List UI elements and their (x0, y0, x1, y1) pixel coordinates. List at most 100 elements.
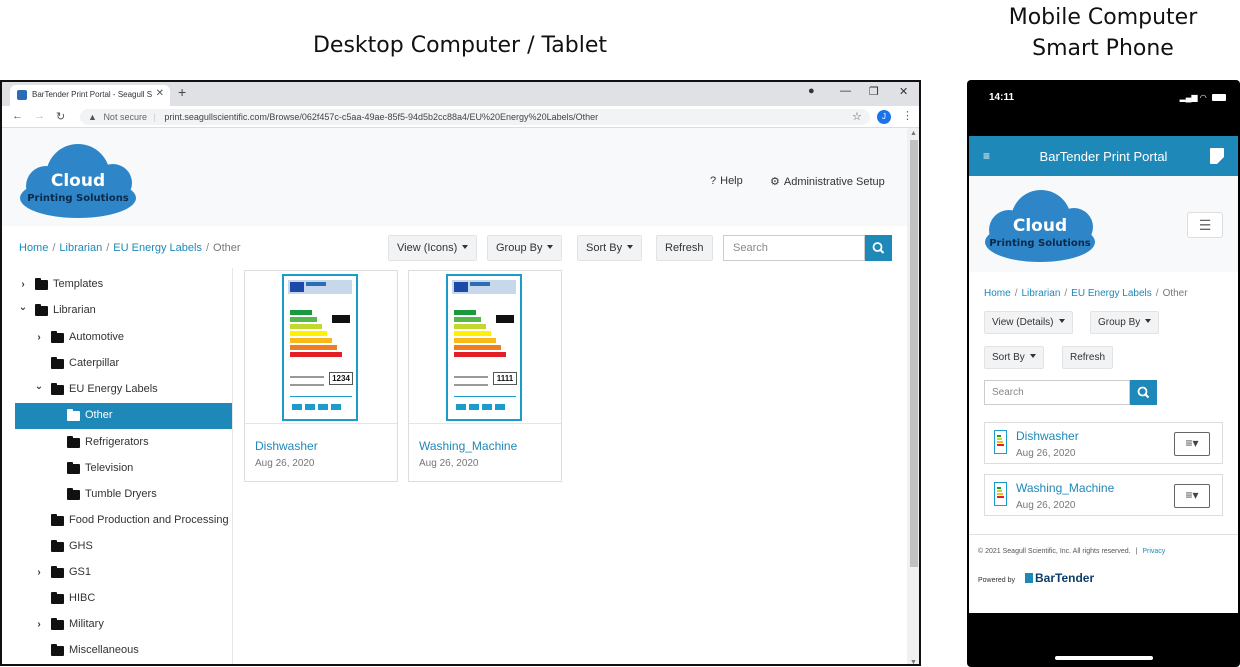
caret-down-icon (1029, 354, 1036, 358)
navbar-toggle-button[interactable]: ☰ (1187, 212, 1223, 238)
tree-item-librarian[interactable]: ⌄ Librarian (15, 298, 232, 324)
tree-item-templates[interactable]: › Templates (15, 272, 232, 298)
breadcrumb-librarian[interactable]: Librarian (1021, 288, 1060, 299)
browser-tab[interactable]: BarTender Print Portal - Seagull S ✕ (10, 85, 170, 106)
file-card-dishwasher[interactable]: 1234 Dishwasher Aug 26, 2020 (244, 270, 398, 482)
file-name[interactable]: Dishwasher (255, 439, 318, 453)
security-indicator: Not secure (103, 112, 147, 122)
search-button[interactable] (1130, 380, 1157, 405)
group-by-dropdown-button[interactable]: Group By (1090, 311, 1160, 334)
mobile-phone-frame: 14:11 ▂▄▆ ◠ ≡ BarTender Print Portal Clo… (967, 80, 1240, 667)
breadcrumb-eu-energy-labels[interactable]: EU Energy Labels (113, 242, 202, 254)
tree-item-label: Refrigerators (85, 436, 149, 448)
view-dropdown-button[interactable]: View (Icons) (388, 235, 478, 261)
url-field[interactable]: ▲ Not secure | print.seagullscientific.c… (80, 109, 870, 125)
sort-by-dropdown-button[interactable]: Sort By (984, 346, 1044, 369)
list-item-washing-machine[interactable]: Washing_Machine Aug 26, 2020 ≡▾ (984, 474, 1223, 516)
file-card-washing-machine[interactable]: 1111 Washing_Machine Aug 26, 2020 (408, 270, 562, 482)
powered-by-label: Powered by (978, 577, 1015, 584)
privacy-link[interactable]: Privacy (1142, 548, 1165, 555)
group-by-label: Group By (1098, 317, 1141, 328)
item-actions-menu-button[interactable]: ≡▾ (1174, 484, 1210, 508)
chevron-right-icon[interactable]: › (34, 332, 44, 343)
new-tab-icon[interactable]: + (178, 84, 186, 100)
tree-item-tumble-dryers[interactable]: Tumble Dryers (15, 482, 232, 508)
file-thumbnail[interactable]: 1234 (245, 271, 397, 424)
back-arrow-icon[interactable]: ← (12, 110, 23, 122)
chevron-right-icon[interactable]: › (34, 619, 44, 630)
refresh-button[interactable]: Refresh (656, 235, 713, 261)
window-close-icon[interactable]: ✕ (899, 85, 908, 98)
search-button[interactable] (865, 235, 892, 261)
profile-avatar[interactable]: J (877, 110, 891, 124)
search-input[interactable]: Search (723, 235, 865, 261)
wifi-icon: ◠ (1199, 93, 1207, 102)
restore-icon[interactable]: ❐ (869, 85, 879, 98)
tree-item-ghs[interactable]: GHS (15, 534, 232, 560)
administrative-setup-link[interactable]: ⚙ Administrative Setup (770, 175, 885, 188)
tree-item-television[interactable]: Television (15, 456, 232, 482)
breadcrumb-librarian[interactable]: Librarian (59, 242, 102, 254)
breadcrumb-eu-energy-labels[interactable]: EU Energy Labels (1071, 288, 1152, 299)
bartender-brand: BarTender (1035, 571, 1095, 585)
tree-item-food-production[interactable]: Food Production and Processing (15, 508, 232, 534)
chevron-right-icon[interactable]: › (34, 567, 44, 578)
mobile-app-title: BarTender Print Portal (1039, 149, 1168, 164)
tab-close-icon[interactable]: ✕ (156, 88, 164, 99)
caret-down-icon (462, 245, 469, 249)
tree-item-miscellaneous[interactable]: Miscellaneous (15, 638, 232, 664)
tree-item-label: Other (85, 409, 113, 421)
tree-item-refrigerators[interactable]: Refrigerators (15, 430, 232, 456)
tree-item-gs1[interactable]: › GS1 (15, 560, 232, 586)
chevron-right-icon[interactable]: › (18, 279, 28, 290)
bartender-mark-icon (1025, 573, 1033, 583)
file-name[interactable]: Washing_Machine (419, 439, 517, 453)
tree-item-caterpillar[interactable]: Caterpillar (15, 351, 232, 377)
item-actions-menu-button[interactable]: ≡▾ (1174, 432, 1210, 456)
home-indicator[interactable] (1055, 656, 1153, 660)
tree-item-eu-energy-labels[interactable]: ⌄ EU Energy Labels (15, 377, 232, 403)
browser-menu-icon[interactable]: ⋮ (902, 109, 913, 122)
forward-arrow-icon[interactable]: → (34, 110, 45, 122)
bookmark-star-icon[interactable]: ☆ (852, 110, 862, 123)
tree-item-military[interactable]: › Military (15, 612, 232, 638)
mobile-caption-line2: Smart Phone (1032, 36, 1174, 61)
tree-item-label: Tumble Dryers (85, 488, 157, 500)
file-name[interactable]: Washing_Machine (1016, 481, 1114, 495)
tree-item-other[interactable]: Other (15, 403, 232, 429)
bartender-app-icon[interactable] (1210, 148, 1224, 164)
tree-item-automotive[interactable]: › Automotive (15, 325, 232, 351)
page-scrollbar[interactable]: ▲ ▼ (907, 128, 919, 664)
tree-item-label: EU Energy Labels (69, 383, 158, 395)
breadcrumb-home[interactable]: Home (984, 288, 1011, 299)
search-input[interactable]: Search (984, 380, 1130, 405)
tree-item-label: Military (69, 618, 104, 630)
group-by-dropdown-button[interactable]: Group By (487, 235, 563, 261)
folder-open-icon (67, 409, 80, 421)
mobile-footer: © 2021 Seagull Scientific, Inc. All righ… (969, 534, 1238, 613)
breadcrumb-home[interactable]: Home (19, 242, 48, 254)
file-date: Aug 26, 2020 (1016, 500, 1076, 511)
caret-down-icon (547, 245, 554, 249)
refresh-button[interactable]: Refresh (1062, 346, 1114, 369)
folder-icon (51, 514, 64, 526)
caret-down-icon (627, 245, 634, 249)
tree-item-hibc[interactable]: HIBC (15, 586, 232, 612)
list-item-dishwasher[interactable]: Dishwasher Aug 26, 2020 ≡▾ (984, 422, 1223, 464)
gears-icon: ⚙ (770, 176, 780, 188)
scroll-down-icon[interactable]: ▼ (910, 659, 917, 664)
file-thumbnail[interactable]: 1111 (409, 271, 561, 424)
desktop-caption: Desktop Computer / Tablet (312, 33, 607, 58)
reload-icon[interactable]: ↻ (56, 110, 65, 123)
minimize-icon[interactable]: — (840, 85, 851, 97)
view-dropdown-button[interactable]: View (Details) (984, 311, 1073, 334)
folder-icon (67, 462, 80, 474)
chevron-down-icon[interactable]: ⌄ (18, 302, 28, 313)
file-name[interactable]: Dishwasher (1016, 429, 1079, 443)
sort-by-dropdown-button[interactable]: Sort By (577, 235, 643, 261)
help-link[interactable]: ? Help (710, 175, 743, 187)
scroll-up-icon[interactable]: ▲ (910, 130, 917, 137)
media-icon[interactable]: ● (808, 85, 815, 97)
scrollbar-thumb[interactable] (910, 140, 918, 567)
chevron-down-icon[interactable]: ⌄ (34, 381, 44, 392)
